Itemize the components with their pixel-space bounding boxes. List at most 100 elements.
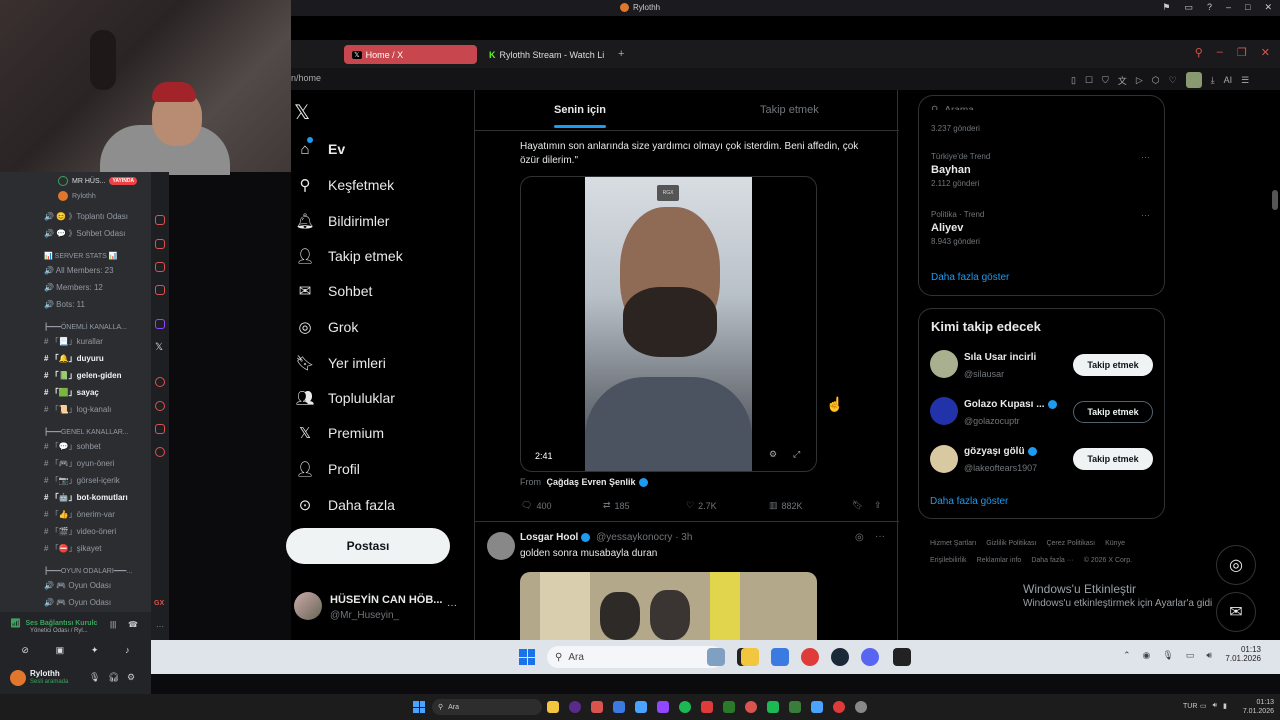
footer-link[interactable]: Çerez Politikası [1046,535,1095,552]
tab-home-x[interactable]: 𝕏 Home / X [344,45,477,64]
server-icon[interactable] [155,285,165,295]
tab-kick-stream[interactable]: K Rylothh Stream - Watch Li [481,45,611,64]
like-button[interactable]: ♡ 2.7K [686,500,717,511]
soundboard-icon[interactable]: ♪ [125,645,130,655]
windows-start-icon[interactable] [413,701,425,713]
footer-link[interactable]: Hizmet Şartları [930,535,976,552]
follow-button[interactable]: Takip etmek [1073,401,1153,423]
tab-following[interactable]: Takip etmek [760,104,819,116]
grok-icon[interactable]: ◎ [855,532,864,543]
network-icon[interactable]: ▭ [1200,702,1207,710]
x-logo-icon[interactable]: 𝕏 [294,100,310,125]
messages-fab[interactable]: ✉ [1216,592,1256,632]
maximize-button[interactable]: □ [1245,2,1250,13]
tab-for-you[interactable]: Senin için [554,104,606,116]
minimize-button[interactable]: – [1217,46,1223,59]
channel-item[interactable]: # 「🎮」oyun-öneri [44,456,195,471]
activity-icon[interactable]: ✦ [91,645,99,656]
new-tab-button[interactable]: + [618,48,624,60]
taskbar-app-icon[interactable] [701,701,713,713]
footer-link[interactable]: Reklamlar info [977,552,1022,569]
pin-icon[interactable] [155,424,165,434]
trend-item[interactable]: Politika · Trend Aliyev 8.943 gönderi [931,210,984,246]
menu-icon[interactable]: ☰ [1241,75,1249,86]
show-more-link[interactable]: Daha fazla göster [931,272,1009,283]
mail-icon[interactable] [613,701,625,713]
live-user-row[interactable]: MR HÜS... YAYINDA [58,175,150,187]
gx-icon[interactable]: GX [154,600,164,607]
clock-icon[interactable] [155,401,165,411]
tweet-image[interactable] [520,572,817,640]
url-text[interactable]: n/home [291,73,321,83]
post-button[interactable]: Postası [286,528,450,564]
channel-item[interactable]: # 「🔔」duyuru [44,351,195,366]
channel-item[interactable]: # 「📃」kurallar [44,334,195,349]
mic-icon[interactable]: 🎙︎ [1162,650,1173,661]
display-icon[interactable]: ▭ [1184,2,1193,13]
ai-button[interactable]: AI [1224,75,1233,85]
channel-item[interactable]: 🔊 Bots: 11 [44,297,195,312]
restore-button[interactable]: ❐ [1237,46,1247,59]
close-button[interactable]: ✕ [1261,46,1270,59]
nav-item-grok[interactable]: ◎ Grok [296,314,358,340]
follow-name[interactable]: gözyaşı gölü [964,446,1037,457]
taskbar-app-icon[interactable] [745,701,757,713]
battery-icon[interactable]: ▮ [1223,702,1227,710]
twitch-icon[interactable] [155,319,165,329]
avatar[interactable] [294,592,322,620]
discord-icon[interactable] [861,648,879,666]
nav-item-person-add[interactable]: 👤︎ Takip etmek [295,243,402,269]
nav-item-search[interactable]: ⚲ Keşfetmek [296,172,395,198]
taskbar-app-icon[interactable] [591,701,603,713]
trend-item[interactable]: Türkiye'de Trend Bayhan 2.112 gönderi [931,152,990,188]
server-icon[interactable] [155,215,165,225]
server-icon[interactable] [155,262,165,272]
vpn-icon[interactable]: ⬡ [1152,75,1160,86]
shield-icon[interactable]: ⛉ [1102,75,1109,86]
taskbar-app-icon[interactable] [635,701,647,713]
account-menu-icon[interactable]: ··· [447,600,457,611]
follow-name[interactable]: Sıla Usar incirli [964,352,1036,363]
trend-menu-icon[interactable]: ··· [1141,210,1150,220]
search-icon[interactable]: ⚲ [1195,46,1203,59]
channel-category[interactable]: ┣━━━ÖNEMLİ KANALLA... [44,319,195,334]
chevron-up-icon[interactable]: ⌃ [1123,650,1131,661]
folder-icon[interactable] [547,701,559,713]
avatar[interactable] [930,397,958,425]
more-icon[interactable]: ··· [156,622,164,631]
heart-icon[interactable]: ♡ [1169,75,1177,86]
taskbar-app-icon[interactable] [569,701,581,713]
follow-name[interactable]: Golazo Kupası ... [964,399,1057,410]
taskbar-search[interactable]: ⚲ Ara [432,699,542,715]
nav-item-x-logo[interactable]: 𝕏 Premium [296,420,384,446]
gear-icon[interactable]: ⚙ [127,672,135,683]
channel-item[interactable]: # 「👍」önerim-var [44,507,195,522]
nav-item-bell[interactable]: 🔔︎ Bildirimler [295,208,389,234]
pin-icon[interactable]: ⚑ [1162,2,1170,13]
volume-icon[interactable]: 🔊︎ [1213,702,1217,710]
grok-fab[interactable]: ◎ [1216,545,1256,585]
show-more-link[interactable]: Daha fazla göster [930,496,1008,507]
tweet-menu-icon[interactable]: ··· [875,531,885,542]
nav-item-home[interactable]: ⌂ Ev [296,136,345,162]
avatar[interactable] [930,445,958,473]
tray-icons[interactable]: ⌃ ◉ 🎙︎ ▭ 🔊︎ [1123,650,1212,661]
repost-button[interactable]: ⇄ 185 [603,500,630,511]
author-name[interactable]: Losgar Hool [520,532,578,543]
clock[interactable]: 01:13 7.01.2026 [1240,698,1274,716]
opera-icon[interactable] [801,648,819,666]
help-icon[interactable]: ? [1207,2,1212,13]
channel-category[interactable]: ┣━━━GENEL KANALLAR... [44,424,195,439]
settings-icon[interactable] [855,701,867,713]
language-indicator[interactable]: TUR [1183,703,1197,710]
trend-menu-icon[interactable]: ··· [1141,152,1150,162]
twitch-icon[interactable] [657,701,669,713]
translate-icon[interactable]: 文 [1118,74,1127,87]
channel-item[interactable]: 🔊 Members: 12 [44,280,195,295]
channel-item[interactable]: # 「💬」sohbet [44,439,195,454]
nav-item-profile[interactable]: 👤︎ Profil [295,456,359,482]
tray-app-icon[interactable]: ◉ [1143,650,1151,661]
taskbar-search[interactable]: ⚲ Ara [547,646,723,668]
avatar[interactable] [10,670,26,686]
channel-item[interactable]: 🔊 😊 》Toplantı Odası [44,209,195,224]
